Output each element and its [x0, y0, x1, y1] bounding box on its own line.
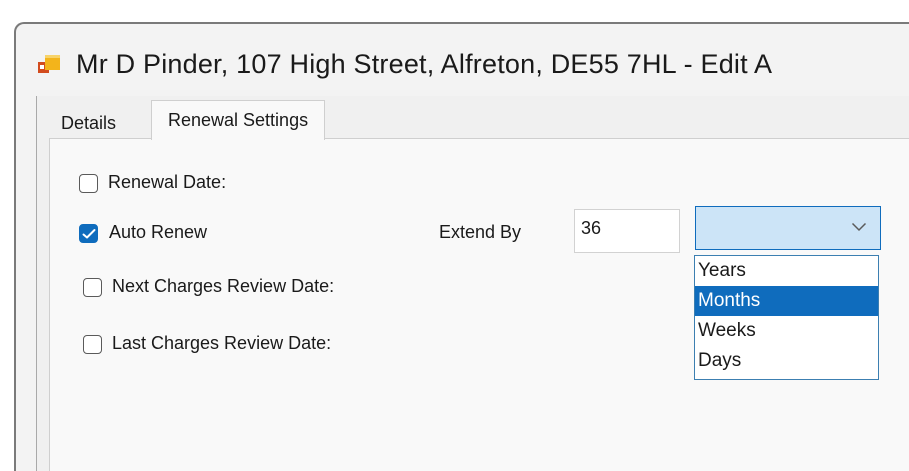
extend-by-label: Extend By: [439, 222, 522, 242]
edit-window: Mr D Pinder, 107 High Street, Alfreton, …: [14, 22, 909, 471]
extend-unit-dropdown: Years Months Weeks Days: [694, 255, 879, 380]
renewal-date-checkbox[interactable]: [79, 174, 98, 193]
option-weeks[interactable]: Weeks: [695, 316, 878, 346]
option-years[interactable]: Years: [695, 256, 878, 286]
extend-by-input[interactable]: 36: [574, 209, 680, 253]
next-review-label: Next Charges Review Date:: [112, 276, 335, 296]
app-window-icon: [37, 54, 61, 78]
title-bar[interactable]: Mr D Pinder, 107 High Street, Alfreton, …: [16, 24, 909, 96]
client-area: Details Renewal Settings Renewal Date: A…: [36, 96, 909, 471]
option-days[interactable]: Days: [695, 346, 878, 376]
tab-renewal-settings[interactable]: Renewal Settings: [151, 100, 326, 140]
next-review-checkbox[interactable]: [83, 278, 102, 297]
tab-details[interactable]: Details: [61, 108, 116, 138]
checkmark-icon: [82, 229, 96, 239]
extend-unit-combo[interactable]: [695, 206, 881, 250]
renewal-settings-panel: Renewal Date: Auto Renew Extend By 36 Ye: [49, 138, 909, 471]
last-review-checkbox[interactable]: [83, 335, 102, 354]
desktop-background: [0, 0, 909, 22]
chevron-down-icon[interactable]: [851, 222, 867, 232]
window-title: Mr D Pinder, 107 High Street, Alfreton, …: [76, 49, 773, 79]
option-months[interactable]: Months: [695, 286, 878, 316]
auto-renew-checkbox[interactable]: [79, 224, 98, 243]
renewal-date-label: Renewal Date:: [108, 172, 227, 192]
auto-renew-label: Auto Renew: [109, 222, 208, 242]
last-review-label: Last Charges Review Date:: [112, 333, 332, 353]
